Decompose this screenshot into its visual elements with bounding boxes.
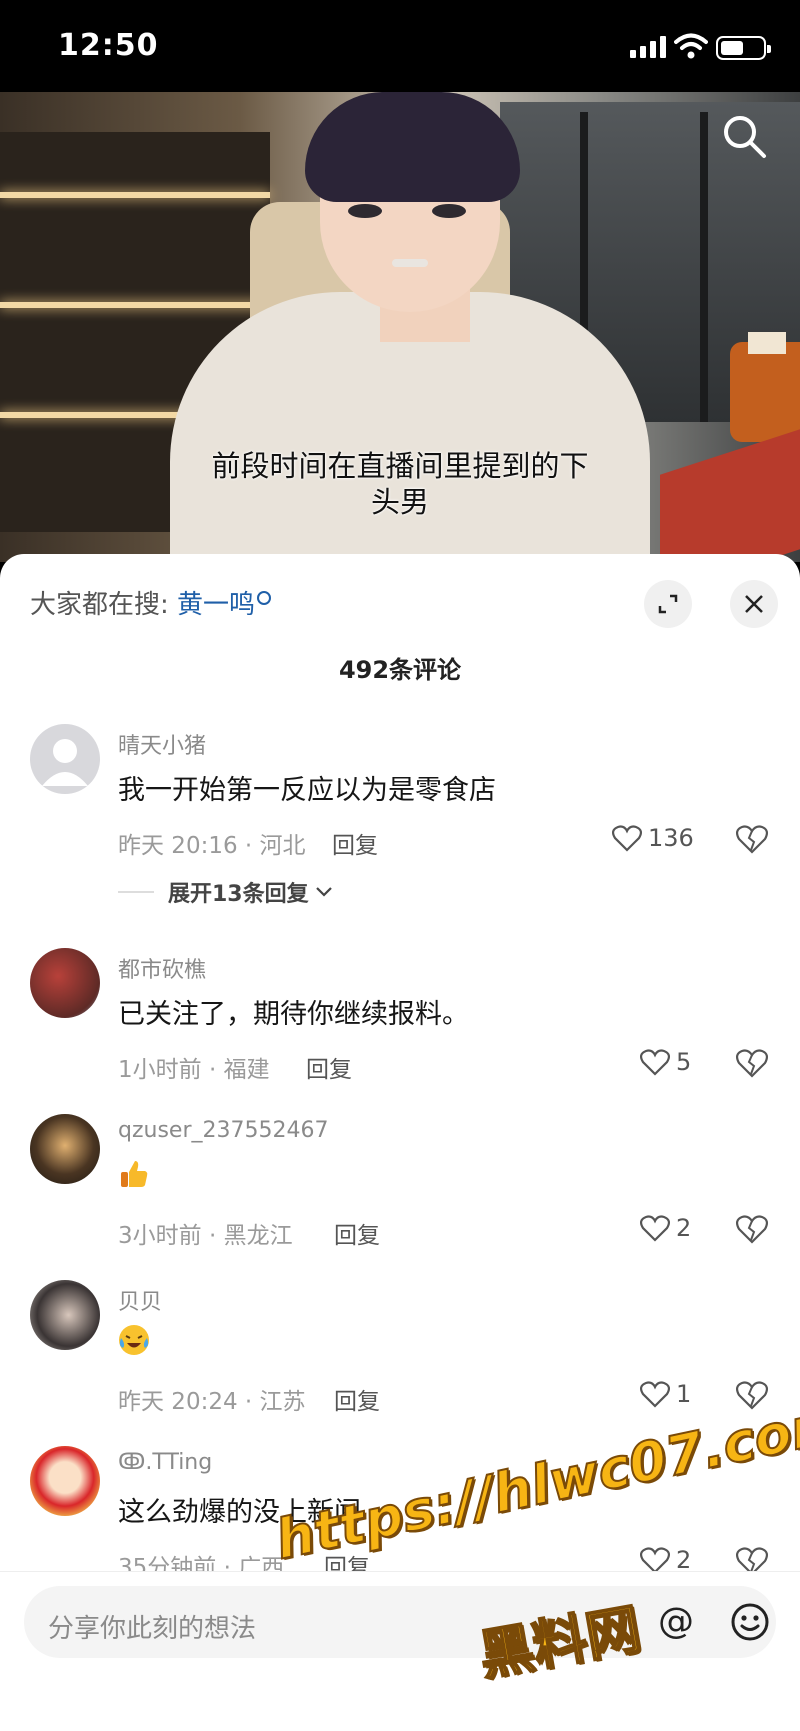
reply-button[interactable]: 回复 bbox=[306, 1050, 352, 1084]
like-count: 1 bbox=[676, 1380, 692, 1408]
heart-icon bbox=[612, 825, 642, 852]
status-bar: 12:50 bbox=[0, 0, 800, 92]
video-subtitle: 前段时间在直播间里提到的下 头男 bbox=[211, 449, 589, 519]
search-small-icon bbox=[257, 591, 272, 605]
heart-icon bbox=[640, 1547, 670, 1574]
like-count: 2 bbox=[676, 1214, 692, 1242]
heart-broken-icon[interactable] bbox=[734, 820, 770, 856]
comment-username[interactable]: 贝贝 bbox=[118, 1284, 162, 1316]
chevron-down-icon bbox=[315, 887, 332, 897]
search-icon[interactable] bbox=[720, 112, 768, 160]
smile-icon[interactable] bbox=[730, 1602, 770, 1642]
reply-button[interactable]: 回复 bbox=[332, 826, 378, 860]
comment-meta: 3小时前 · 黑龙江 bbox=[118, 1223, 293, 1249]
crying-laughing-emoji bbox=[119, 1325, 149, 1355]
expand-icon bbox=[658, 594, 678, 614]
comment-username[interactable]: ↂ.TTing bbox=[118, 1450, 212, 1475]
heart-icon bbox=[640, 1215, 670, 1242]
expand-replies-label: 展开13条回复 bbox=[168, 882, 309, 907]
at-icon[interactable]: @ bbox=[656, 1600, 696, 1644]
wifi-icon bbox=[674, 33, 708, 59]
comment-meta: 1小时前 · 福建 bbox=[118, 1057, 270, 1083]
comment-text: 已关注了，期待你继续报料。 bbox=[118, 999, 469, 1030]
trending-search-label: 大家都在搜: bbox=[30, 590, 169, 620]
comment-count: 492条评论 bbox=[338, 656, 462, 684]
expand-button[interactable] bbox=[644, 580, 692, 628]
signal-icon bbox=[630, 36, 666, 58]
battery-icon bbox=[716, 36, 771, 60]
heart-icon bbox=[640, 1049, 670, 1076]
trending-search-keyword[interactable]: 黄一鸣 bbox=[177, 590, 255, 620]
thumbs-up-emoji bbox=[121, 1161, 148, 1187]
avatar[interactable] bbox=[30, 948, 100, 1018]
close-button[interactable] bbox=[730, 580, 778, 628]
trending-search[interactable]: 大家都在搜: 黄一鸣 bbox=[30, 584, 272, 621]
comment-text: 我一开始第一反应以为是零食店 bbox=[118, 775, 496, 806]
avatar[interactable] bbox=[30, 1446, 100, 1516]
status-time: 12:50 bbox=[58, 28, 159, 63]
heart-broken-icon[interactable] bbox=[734, 1210, 770, 1246]
avatar[interactable] bbox=[30, 724, 100, 794]
like-count: 5 bbox=[676, 1048, 692, 1076]
heart-broken-icon[interactable] bbox=[734, 1044, 770, 1080]
like-count: 2 bbox=[676, 1546, 692, 1574]
heart-icon bbox=[640, 1381, 670, 1408]
like-count: 136 bbox=[648, 824, 694, 852]
expand-replies-button[interactable]: 展开13条回复 bbox=[118, 876, 333, 908]
comment-meta: 昨天 20:16 · 河北 bbox=[118, 833, 306, 859]
comment-username[interactable]: 晴天小猪 bbox=[118, 728, 206, 760]
comment-username[interactable]: 都市砍樵 bbox=[118, 952, 206, 984]
reply-button[interactable]: 回复 bbox=[334, 1216, 380, 1250]
reply-button[interactable]: 回复 bbox=[334, 1382, 380, 1416]
comment-input-bar: 分享你此刻的想法 @ bbox=[0, 1571, 800, 1731]
like-button[interactable]: 5 bbox=[640, 1044, 691, 1080]
avatar[interactable] bbox=[30, 1280, 100, 1350]
comment-meta: 昨天 20:24 · 江苏 bbox=[118, 1389, 306, 1415]
comment-input-placeholder: 分享你此刻的想法 bbox=[48, 1614, 257, 1644]
close-icon bbox=[745, 595, 763, 613]
avatar[interactable] bbox=[30, 1114, 100, 1184]
comment-username[interactable]: qzuser_237552467 bbox=[118, 1118, 328, 1143]
comment-input[interactable]: 分享你此刻的想法 @ bbox=[24, 1586, 776, 1658]
like-button[interactable]: 1 bbox=[640, 1376, 691, 1412]
like-button[interactable]: 2 bbox=[640, 1210, 691, 1246]
like-button[interactable]: 136 bbox=[612, 820, 694, 856]
